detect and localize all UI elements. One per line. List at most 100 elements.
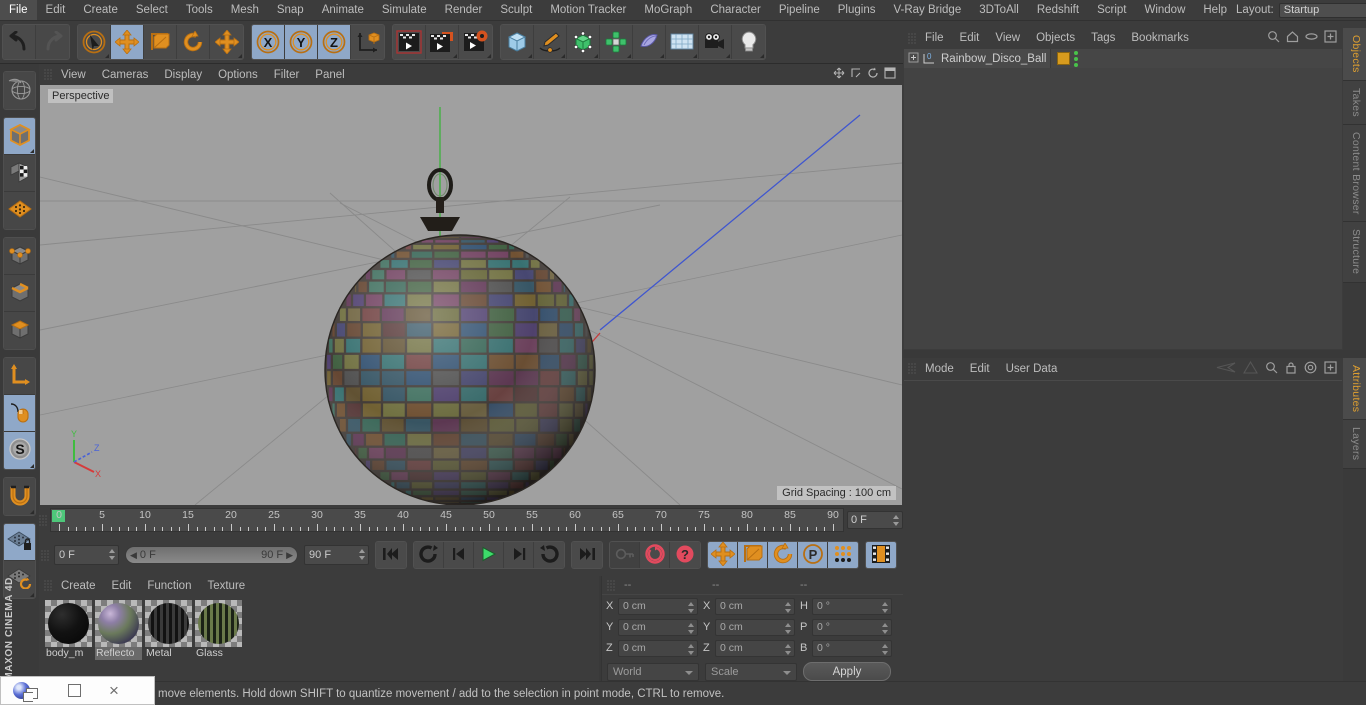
menu-tools[interactable]: Tools (177, 0, 222, 20)
submenu-corner-icon[interactable] (453, 54, 457, 58)
viewport-solo-mode[interactable] (4, 395, 35, 432)
tab-structure[interactable]: Structure (1343, 222, 1366, 283)
plus-box-icon[interactable] (1324, 30, 1337, 46)
spinner-icon[interactable] (785, 643, 791, 655)
submenu-corner-icon[interactable] (30, 510, 34, 514)
material-cell[interactable]: Reflecto (95, 600, 142, 660)
add-generator[interactable] (567, 25, 600, 59)
ellipse-icon[interactable] (1305, 32, 1318, 44)
position-input[interactable]: 0 cm (618, 639, 698, 657)
submenu-corner-icon[interactable] (238, 54, 242, 58)
target-icon[interactable] (1304, 361, 1317, 377)
coordinate-system-dropdown[interactable]: World (607, 662, 699, 681)
rotation-input[interactable]: 0 ° (812, 597, 892, 615)
panel-grip-icon[interactable] (908, 363, 917, 374)
menu-file[interactable]: File (0, 0, 37, 20)
submenu-corner-icon[interactable] (561, 54, 565, 58)
menu-script[interactable]: Script (1088, 0, 1135, 20)
material-cell[interactable]: body_m (45, 600, 92, 660)
spinner-icon[interactable] (688, 622, 694, 634)
next-frame-button[interactable] (504, 542, 534, 568)
play-backwards-loop-button[interactable] (414, 542, 444, 568)
preview-range-slider[interactable]: ◀ 0 F 90 F ▶ (124, 546, 299, 564)
submenu-corner-icon[interactable] (594, 54, 598, 58)
spinner-icon[interactable] (359, 549, 365, 560)
material-menu-function[interactable]: Function (139, 576, 199, 596)
material-preview[interactable] (145, 600, 192, 647)
keyframe-selection-button[interactable]: ? (670, 542, 700, 568)
coordinate-mode-dropdown[interactable]: Scale (705, 662, 797, 681)
lock-y-axis[interactable]: Y (285, 25, 318, 59)
range-left-arrow-icon[interactable]: ◀ (130, 550, 137, 561)
add-primitive-cube[interactable] (501, 25, 534, 59)
record-rotation-button[interactable] (768, 542, 798, 568)
autokeying-button[interactable] (640, 542, 670, 568)
spinner-icon[interactable] (108, 549, 115, 560)
record-active-objects-button[interactable] (610, 542, 640, 568)
menu-redshift[interactable]: Redshift (1028, 0, 1088, 20)
menu-plugins[interactable]: Plugins (829, 0, 885, 20)
material-preview[interactable] (45, 600, 92, 647)
material-menu-edit[interactable]: Edit (104, 576, 140, 596)
menu-create[interactable]: Create (74, 0, 127, 20)
object-menu-objects[interactable]: Objects (1028, 28, 1083, 48)
menu-snap[interactable]: Snap (268, 0, 313, 20)
attribute-menu-edit[interactable]: Edit (962, 359, 998, 379)
add-light[interactable] (732, 25, 765, 59)
scale-tool[interactable] (144, 25, 177, 59)
menu-character[interactable]: Character (701, 0, 770, 20)
record-parameter-button[interactable]: P (798, 542, 828, 568)
perspective-viewport[interactable]: Perspective Grid Spacing : 100 cm Y X Z (40, 85, 902, 505)
object-menu-file[interactable]: File (917, 28, 952, 48)
world-object-coordinates[interactable] (351, 25, 384, 59)
rotation-input[interactable]: 0 ° (812, 639, 892, 657)
object-menu-bookmarks[interactable]: Bookmarks (1123, 28, 1197, 48)
menu-v-ray-bridge[interactable]: V-Ray Bridge (884, 0, 970, 20)
magnet-tool[interactable] (4, 478, 35, 515)
search-icon[interactable] (1267, 30, 1280, 46)
tab-layers[interactable]: Layers (1343, 420, 1366, 469)
floating-window-titlebar[interactable]: × (0, 676, 155, 705)
polygons-mode[interactable] (4, 312, 35, 349)
rotate-tool[interactable] (177, 25, 210, 59)
submenu-corner-icon[interactable] (105, 54, 109, 58)
menu-animate[interactable]: Animate (313, 0, 373, 20)
object-menu-edit[interactable]: Edit (952, 28, 988, 48)
points-mode[interactable] (4, 238, 35, 275)
move-tool[interactable] (111, 25, 144, 59)
lock-workplane[interactable] (4, 524, 35, 561)
spinner-icon[interactable] (893, 515, 899, 526)
apply-button[interactable]: Apply (803, 662, 891, 681)
menu-mograph[interactable]: MoGraph (635, 0, 701, 20)
material-tag-icon[interactable] (1057, 52, 1071, 65)
menu-motion-tracker[interactable]: Motion Tracker (541, 0, 635, 20)
timeline-frame-field[interactable]: 0 F (847, 511, 903, 529)
play-forward-button[interactable] (474, 542, 504, 568)
material-cell[interactable]: Metal (145, 600, 192, 660)
timeline-ruler[interactable]: 0 5 10 15 20 25 30 35 40 45 50 55 60 65 70 75 80 85 90 (50, 508, 844, 532)
material-menu-create[interactable]: Create (53, 576, 104, 596)
menu-edit[interactable]: Edit (37, 0, 75, 20)
maximize-viewport-icon[interactable] (884, 67, 896, 82)
size-input[interactable]: 0 cm (715, 618, 795, 636)
tab-attributes[interactable]: Attributes (1343, 358, 1366, 421)
material-preview[interactable] (95, 600, 142, 647)
object-tree-list[interactable]: 0 Rainbow_Disco_Ball (904, 49, 1342, 349)
viewport-menu-display[interactable]: Display (156, 65, 210, 85)
render-settings-button[interactable] (459, 25, 492, 59)
size-input[interactable]: 0 cm (715, 597, 795, 615)
menu-pipeline[interactable]: Pipeline (770, 0, 829, 20)
workplane-mode[interactable] (4, 192, 35, 229)
history-forward-icon[interactable] (1243, 360, 1258, 377)
dynamic-place-tool[interactable] (210, 25, 243, 59)
undo-view-button[interactable] (4, 72, 35, 109)
viewport-menu-panel[interactable]: Panel (307, 65, 352, 85)
panel-grip-icon[interactable] (607, 579, 616, 591)
object-menu-view[interactable]: View (987, 28, 1028, 48)
enable-snapping[interactable]: S (4, 432, 35, 469)
visibility-dots-icon[interactable] (1074, 50, 1079, 67)
record-pla-button[interactable] (828, 542, 858, 568)
position-input[interactable]: 0 cm (618, 618, 698, 636)
spinner-icon[interactable] (882, 643, 888, 655)
record-position-button[interactable] (708, 542, 738, 568)
